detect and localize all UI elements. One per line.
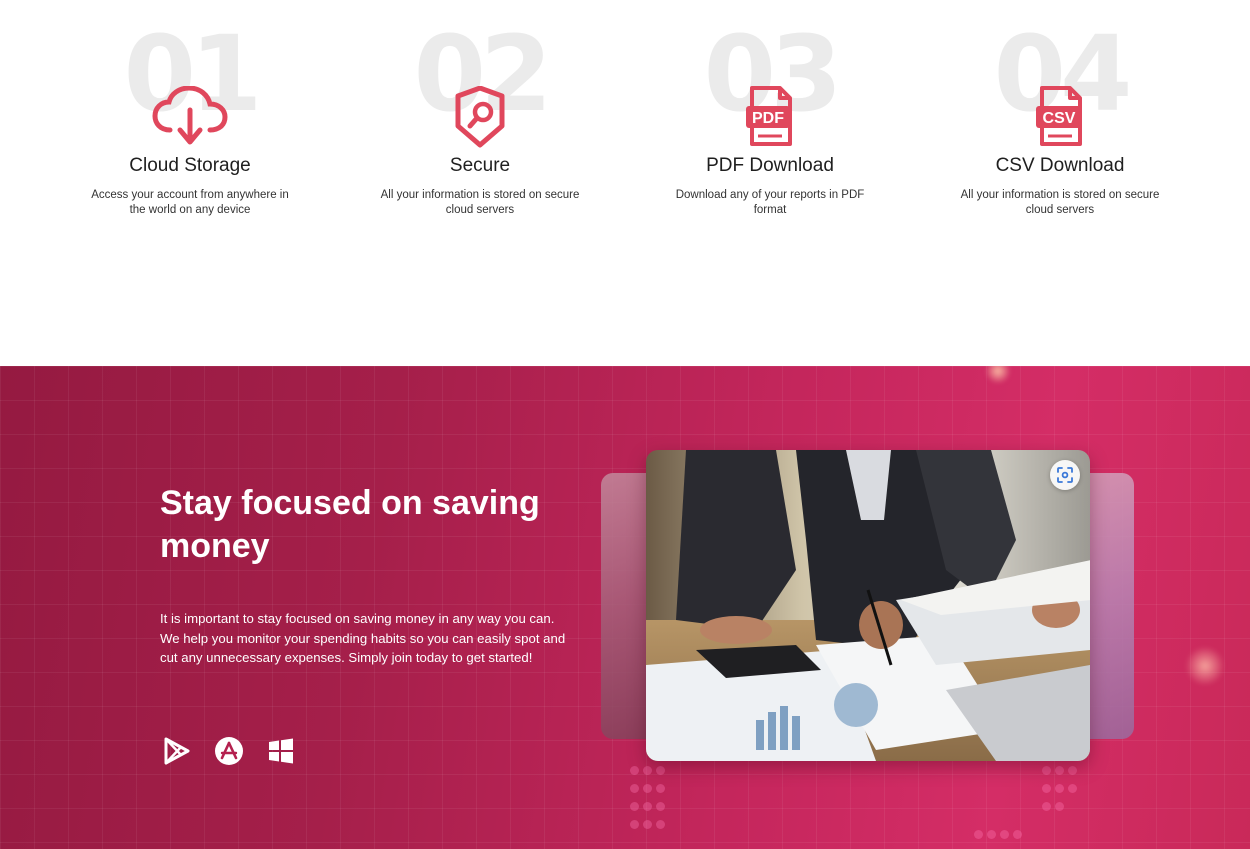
- csv-file-icon: CSV: [1022, 86, 1098, 148]
- background-glow: [1185, 646, 1225, 686]
- feature-csv-download: 04 CSV CSV Download All your information…: [930, 0, 1190, 240]
- feature-pdf-download: 03 PDF PDF Download Download any of your…: [640, 0, 900, 240]
- feature-cloud-storage: 01 Cloud Storage Access your account fro…: [60, 0, 320, 240]
- background-dots: [628, 764, 678, 836]
- cloud-download-icon: [152, 86, 228, 148]
- feature-description: All your information is stored on secure…: [960, 189, 1160, 216]
- feature-description: All your information is stored on secure…: [380, 189, 580, 216]
- feature-title: CSV Download: [995, 155, 1125, 176]
- shield-search-icon: [442, 86, 518, 148]
- google-play-icon[interactable]: [161, 736, 191, 766]
- feature-description: Download any of your reports in PDF form…: [675, 189, 865, 216]
- svg-text:PDF: PDF: [752, 110, 784, 127]
- svg-text:CSV: CSV: [1043, 110, 1076, 127]
- background-dots: [1040, 764, 1090, 818]
- pdf-file-icon: PDF: [732, 86, 808, 148]
- hero-section: Stay focused on saving money It is impor…: [0, 366, 1250, 849]
- hero-description: It is important to stay focused on savin…: [160, 611, 566, 665]
- hero-heading: Stay focused on saving money: [160, 484, 540, 565]
- business-photo: [646, 450, 1090, 761]
- app-store-icon[interactable]: [214, 736, 244, 766]
- background-dots: [972, 828, 1042, 846]
- feature-title: PDF Download: [706, 155, 834, 176]
- windows-icon[interactable]: [266, 736, 296, 766]
- features-section: 01 Cloud Storage Access your account fro…: [0, 0, 1250, 366]
- feature-title: Cloud Storage: [129, 155, 251, 176]
- feature-description: Access your account from anywhere in the…: [91, 189, 289, 216]
- lens-icon[interactable]: [1050, 460, 1080, 490]
- feature-secure: 02 Secure All your information is stored…: [350, 0, 610, 240]
- feature-title: Secure: [449, 155, 511, 176]
